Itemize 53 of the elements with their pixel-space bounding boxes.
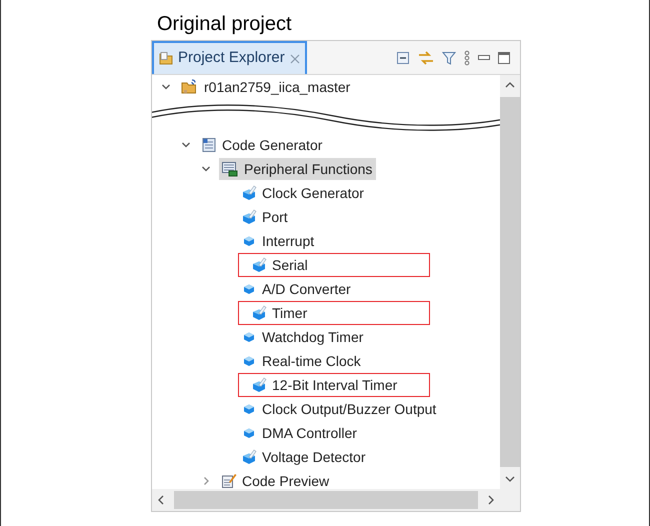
project-folder-icon [181, 79, 199, 95]
tree-item-label: A/D Converter [262, 280, 351, 298]
tree-item[interactable]: Interrupt [239, 230, 318, 252]
tree-item-label: Clock Generator [262, 184, 364, 202]
tree-item[interactable]: Clock Output/Buzzer Output [239, 398, 440, 420]
tree-item[interactable]: Serial [239, 254, 429, 276]
collapse-all-icon[interactable] [396, 50, 410, 64]
tree-item[interactable]: Peripheral Functions [219, 158, 376, 180]
tree-item[interactable]: r01an2759_iica_master [179, 76, 354, 98]
tree-item-label: Watchdog Timer [262, 328, 364, 347]
tree-item-label: Timer [272, 304, 308, 322]
tree-item[interactable]: 12-Bit Interval Timer [239, 374, 429, 396]
tab-label: Project Explorer [178, 48, 285, 68]
tree-item-label: DMA Controller [262, 424, 357, 442]
filter-icon[interactable] [442, 50, 456, 64]
more-options-icon[interactable] [464, 50, 470, 66]
tree-item[interactable]: DMA Controller [239, 422, 361, 444]
folder-icon [158, 50, 174, 66]
tree-item[interactable]: Timer [239, 302, 429, 324]
minimize-icon[interactable] [478, 54, 490, 60]
chevron-right-icon[interactable] [201, 476, 211, 486]
tree-item-label: Serial [272, 256, 308, 274]
tree-item-label: Port [262, 208, 288, 226]
tree-item-label: Interrupt [262, 232, 314, 251]
scroll-left-icon[interactable] [156, 494, 166, 506]
tree-item[interactable]: Code Generator [199, 134, 326, 156]
tree-item-label: Clock Output/Buzzer Output [262, 400, 436, 419]
tree-item[interactable]: Port [239, 206, 292, 228]
tree-item-label: r01an2759_iica_master [204, 78, 350, 97]
chevron-down-icon[interactable] [181, 140, 191, 150]
tree-item[interactable]: A/D Converter [239, 278, 355, 300]
maximize-icon[interactable] [498, 52, 510, 64]
tree-item[interactable]: Watchdog Timer [239, 326, 368, 348]
horizontal-scrollbar[interactable] [152, 489, 500, 511]
scroll-right-icon[interactable] [486, 494, 496, 506]
tree-item[interactable]: Code Preview [219, 470, 334, 489]
tree-item[interactable]: Voltage Detector [239, 446, 370, 468]
tree-item-label: Real-time Clock [262, 352, 361, 370]
chevron-down-icon[interactable] [161, 82, 171, 92]
code-generator-icon [201, 137, 217, 153]
document-pencil-icon [221, 473, 237, 489]
scrollbar-thumb[interactable] [174, 491, 478, 509]
tree-item-label: 12-Bit Interval Timer [272, 376, 398, 394]
tree-item-label: Code Preview [242, 472, 330, 489]
tree-item-label: Voltage Detector [262, 448, 366, 467]
tree-item[interactable]: Clock Generator [239, 182, 368, 204]
tree-item-label: Peripheral Functions [244, 160, 372, 179]
chevron-down-icon[interactable] [201, 164, 211, 174]
peripheral-chip-icon [221, 161, 239, 177]
tree-item-label: Code Generator [222, 136, 322, 154]
panel-tab[interactable]: Project Explorer [152, 41, 307, 74]
figure-title: Original project [157, 12, 292, 37]
tree-item[interactable]: Real-time Clock [239, 350, 365, 372]
